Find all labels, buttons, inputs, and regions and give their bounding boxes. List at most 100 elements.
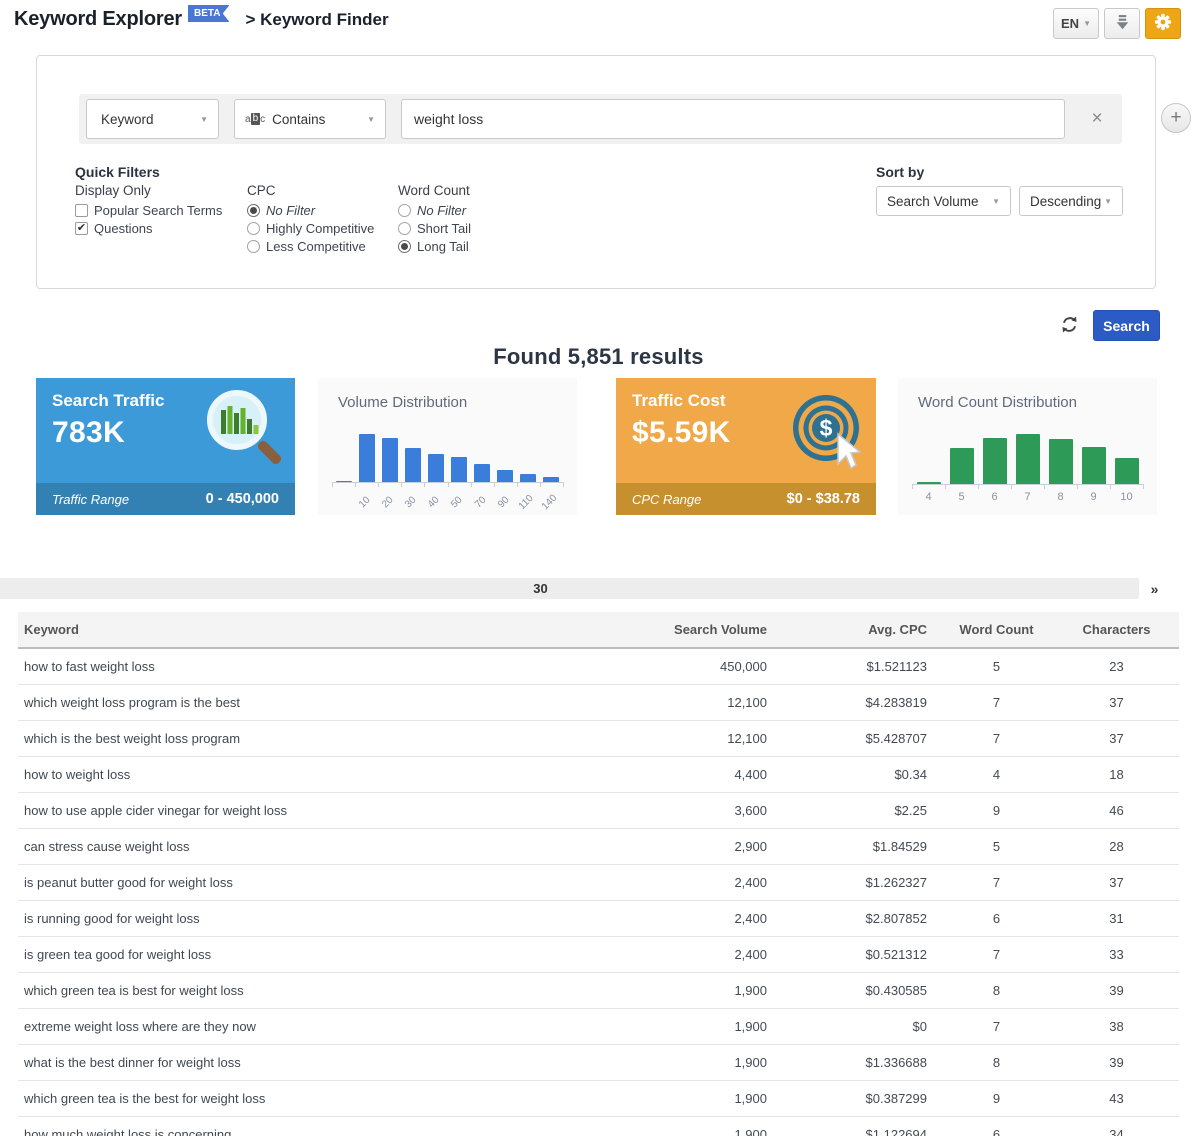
page-button-30[interactable]: 30	[0, 578, 1139, 599]
search-volume-cell: 1,900	[624, 1080, 779, 1117]
search-volume-cell: 12,100	[624, 720, 779, 757]
field-select-value: Keyword	[101, 111, 154, 127]
breadcrumb: > Keyword Finder	[245, 10, 388, 30]
option-label: No Filter	[266, 202, 316, 218]
search-volume-cell: 3,600	[624, 792, 779, 829]
contains-abc-icon: abc	[245, 113, 266, 125]
x-tick-label: 140	[539, 492, 560, 513]
x-tick-label: 8	[1057, 491, 1064, 503]
word-count-cell: 7	[939, 936, 1054, 973]
search-volume-cell: 12,100	[624, 684, 779, 721]
keyword-explorer-page: Keyword Explorer BETA > Keyword Finder E…	[0, 0, 1197, 1136]
chart-title: Volume Distribution	[338, 394, 468, 411]
avg-cpc-cell: $4.283819	[779, 684, 939, 721]
traffic-cost-card: Traffic Cost $5.59K $ CPC Range $0 - $38…	[616, 378, 876, 515]
keyword-cell: can stress cause weight loss	[18, 828, 624, 865]
keyword-cell: how much weight loss is concerning	[18, 1116, 624, 1136]
column-header-characters[interactable]: Characters	[1054, 612, 1179, 649]
keyword-cell: is green tea good for weight loss	[18, 936, 624, 973]
add-filter-button[interactable]: +	[1161, 103, 1191, 133]
characters-cell: 28	[1054, 828, 1179, 865]
characters-cell: 39	[1054, 1044, 1179, 1081]
results-table-body: how to fast weight loss 450,000 $1.521123 5…	[18, 648, 1179, 1136]
checkbox-questions[interactable]: Questions	[75, 219, 222, 237]
search-volume-cell: 1,900	[624, 1116, 779, 1136]
search-volume-cell: 450,000	[624, 648, 779, 685]
word-count-cell: 4	[939, 756, 1054, 793]
language-select[interactable]: EN ▼	[1053, 8, 1099, 39]
x-tick-label	[338, 499, 354, 515]
word-count-cell: 5	[939, 648, 1054, 685]
bar-10	[1110, 458, 1143, 484]
bar-110	[517, 474, 540, 482]
volume-distribution-card: Volume Distribution 10 20 30 40 50 70 90 110 140	[318, 378, 577, 515]
radio-cpc-no-filter[interactable]: No Filter	[247, 201, 374, 219]
next-pages-button[interactable]: »	[1144, 578, 1165, 599]
table-row: what is the best dinner for weight loss 1…	[18, 1044, 1179, 1081]
table-row: is running good for weight loss 2,400 $2.8…	[18, 900, 1179, 937]
keyword-query-input[interactable]	[401, 99, 1065, 139]
download-button[interactable]	[1104, 8, 1140, 39]
search-button[interactable]: Search	[1093, 310, 1160, 341]
radio-icon	[247, 239, 260, 253]
column-header-word-count[interactable]: Word Count	[939, 612, 1054, 649]
download-icon	[1114, 14, 1131, 34]
x-tick-label: 20	[380, 494, 396, 511]
sort-direction-select[interactable]: Descending ▼	[1019, 186, 1123, 216]
option-label: Highly Competitive	[266, 220, 375, 236]
search-volume-cell: 2,400	[624, 936, 779, 973]
word-count-cell: 8	[939, 972, 1054, 1009]
characters-cell: 37	[1054, 864, 1179, 901]
chevron-down-icon: ▼	[992, 196, 1000, 206]
option-label: Popular Search Terms	[94, 202, 223, 218]
display-only-group: Display Only Popular Search Terms Questi…	[75, 183, 222, 237]
field-select[interactable]: Keyword ▼	[86, 99, 219, 139]
search-actions: Search	[1060, 310, 1160, 341]
word-count-cell: 6	[939, 900, 1054, 937]
word-count-cell: 7	[939, 720, 1054, 757]
radio-long-tail[interactable]: Long Tail	[398, 237, 471, 255]
characters-cell: 38	[1054, 1008, 1179, 1045]
radio-highly-competitive[interactable]: Highly Competitive	[247, 219, 374, 237]
table-row: how to use apple cider vinegar for weigh…	[18, 792, 1179, 829]
keyword-cell: what is the best dinner for weight loss	[18, 1044, 624, 1081]
chevron-down-icon: ▼	[1083, 19, 1091, 28]
results-table: Keyword Search Volume Avg. CPC Word Coun…	[18, 612, 1179, 1136]
radio-less-competitive[interactable]: Less Competitive	[247, 237, 374, 255]
pagination: 12345678910111213...2930»	[0, 578, 1165, 599]
column-header-keyword[interactable]: Keyword	[18, 612, 624, 649]
search-volume-cell: 1,900	[624, 1008, 779, 1045]
option-label: Short Tail	[417, 220, 471, 236]
chart-title: Word Count Distribution	[918, 394, 1077, 411]
search-volume-cell: 1,900	[624, 972, 779, 1009]
sort-field-select[interactable]: Search Volume ▼	[876, 186, 1011, 216]
group-label: Display Only	[75, 183, 151, 198]
bar-10	[355, 434, 378, 482]
characters-cell: 43	[1054, 1080, 1179, 1117]
radio-short-tail[interactable]: Short Tail	[398, 219, 471, 237]
sort-field-value: Search Volume	[887, 193, 979, 209]
settings-button[interactable]	[1145, 8, 1181, 39]
remove-filter-button[interactable]: ×	[1084, 106, 1110, 132]
radio-icon	[398, 221, 411, 235]
column-header-avg-cpc[interactable]: Avg. CPC	[779, 612, 939, 649]
keyword-cell: how to fast weight loss	[18, 648, 624, 685]
bar-70	[471, 464, 494, 482]
radio-icon	[247, 203, 260, 217]
word-count-cell: 9	[939, 792, 1054, 829]
radio-wordcount-no-filter[interactable]: No Filter	[398, 201, 471, 219]
bar-20	[378, 438, 401, 482]
search-volume-cell: 2,400	[624, 864, 779, 901]
refresh-button[interactable]	[1060, 315, 1079, 337]
quick-filters-title: Quick Filters	[75, 164, 160, 180]
operator-select[interactable]: abc Contains ▼	[234, 99, 386, 139]
breadcrumb-current: Keyword Finder	[260, 9, 389, 29]
keyword-cell: which green tea is the best for weight l…	[18, 1080, 624, 1117]
bar-30	[401, 448, 424, 482]
card-footer: Traffic Range 0 - 450,000	[36, 483, 295, 515]
column-header-search-volume[interactable]: Search Volume	[624, 612, 779, 649]
keyword-cell: extreme weight loss where are they now	[18, 1008, 624, 1045]
search-volume-cell: 2,900	[624, 828, 779, 865]
volume-distribution-chart: 10 20 30 40 50 70 90 110 140	[332, 434, 564, 512]
checkbox-popular-search-terms[interactable]: Popular Search Terms	[75, 201, 222, 219]
